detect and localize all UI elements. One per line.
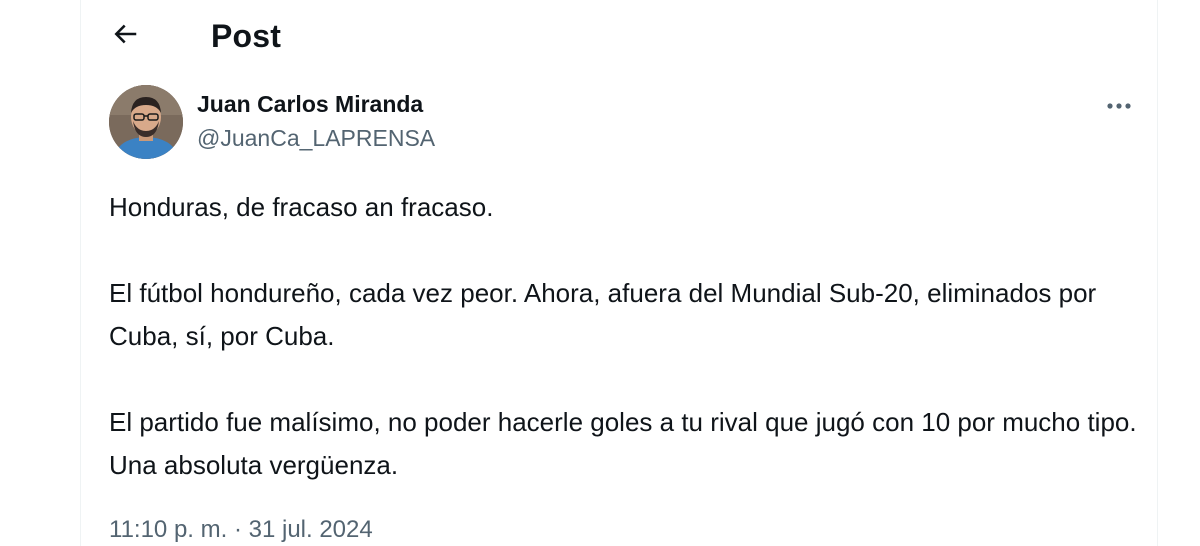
back-button[interactable] (103, 14, 147, 58)
author-handle[interactable]: @JuanCa_LAPRENSA (197, 123, 435, 153)
more-options-button[interactable] (1099, 89, 1139, 125)
header: Post (81, 0, 1157, 72)
page-title: Post (211, 18, 282, 54)
post-column: Post Juan Carlos Miranda @JuanCa_LAPRENS… (80, 0, 1158, 546)
post-paragraph: Honduras, de fracaso an fracaso. (109, 192, 494, 222)
page: Post Juan Carlos Miranda @JuanCa_LAPRENS… (0, 0, 1200, 546)
post-text: Honduras, de fracaso an fracaso. El fútb… (109, 186, 1139, 487)
post-paragraph: El fútbol hondureño, cada vez peor. Ahor… (109, 278, 1097, 351)
author-row: Juan Carlos Miranda @JuanCa_LAPRENSA (109, 85, 1139, 161)
arrow-left-icon (110, 19, 140, 54)
post-timestamp[interactable]: 11:10 p. m. · 31 jul. 2024 (109, 512, 373, 546)
more-horizontal-icon (1105, 98, 1133, 116)
author-name[interactable]: Juan Carlos Miranda (197, 89, 423, 119)
avatar[interactable] (109, 85, 183, 159)
post-paragraph: El partido fue malísimo, no poder hacerl… (109, 407, 1137, 480)
